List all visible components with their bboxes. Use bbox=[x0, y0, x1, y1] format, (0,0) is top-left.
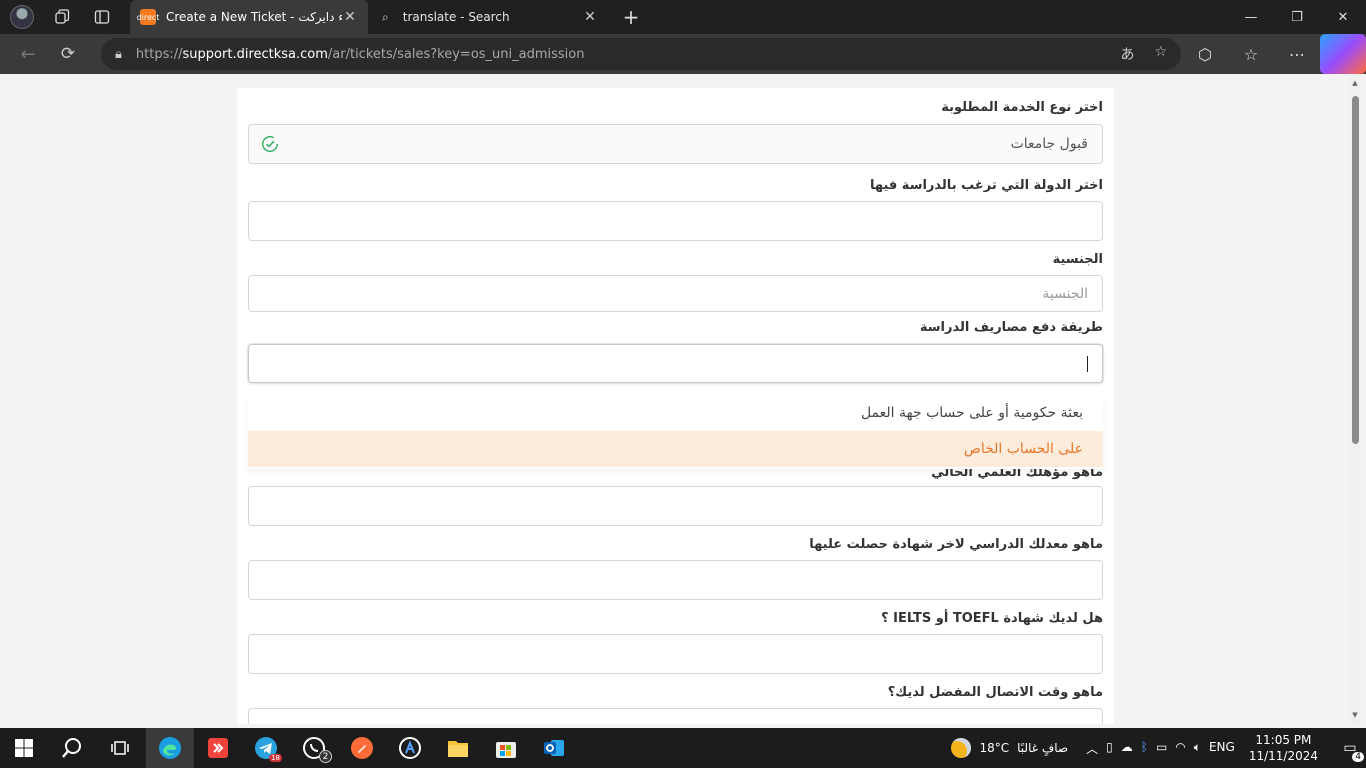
notification-count: 4 bbox=[1352, 752, 1364, 762]
field-label-gpa: ماهو معدلك الدراسي لاخر شهادة حصلت عليها bbox=[809, 537, 1103, 552]
service-type-value: قبول جامعات bbox=[1010, 136, 1088, 152]
address-bar[interactable]: 🔒︎ https://support.directksa.com/ar/tick… bbox=[101, 38, 1181, 70]
restore-icon[interactable]: ❐ bbox=[1274, 0, 1320, 34]
wifi-icon[interactable]: ◠ bbox=[1175, 740, 1185, 757]
lock-icon[interactable]: 🔒︎ bbox=[115, 47, 122, 62]
battery-icon[interactable]: ▭ bbox=[1156, 740, 1167, 757]
scroll-up-icon[interactable]: ▲ bbox=[1349, 76, 1361, 90]
tab-create-ticket[interactable]: direct Create a New Ticket - عملاء دايرك… bbox=[130, 0, 368, 34]
whatsapp-icon[interactable]: 2 bbox=[290, 728, 338, 768]
telegram-icon[interactable]: 18 bbox=[242, 728, 290, 768]
task-view-icon[interactable] bbox=[96, 728, 144, 768]
page-scrollbar[interactable]: ▲ ▼ bbox=[1349, 74, 1361, 724]
field-label-english-test: هل لديك شهادة TOEFL أو IELTS ؟ bbox=[881, 611, 1103, 626]
more-menu-icon[interactable]: ⋯ bbox=[1274, 34, 1320, 74]
browser-tab-bar: direct Create a New Ticket - عملاء دايرك… bbox=[0, 0, 1366, 34]
new-tab-button[interactable]: + bbox=[618, 0, 644, 34]
minimize-icon[interactable]: — bbox=[1228, 0, 1274, 34]
field-label-payment-method: طريقة دفع مصاريف الدراسة bbox=[919, 320, 1103, 335]
payment-method-select[interactable] bbox=[248, 344, 1103, 383]
telegram-badge: 18 bbox=[269, 754, 282, 762]
page-viewport: اختر نوع الخدمة المطلوبة قبول جامعات اخت… bbox=[4, 74, 1349, 724]
tab-title: Create a New Ticket - عملاء دايركت bbox=[166, 10, 342, 24]
notification-center-icon[interactable]: ▭ 4 bbox=[1334, 740, 1366, 762]
app-a-icon[interactable] bbox=[386, 728, 434, 768]
country-select[interactable] bbox=[248, 201, 1103, 241]
edge-icon[interactable] bbox=[146, 728, 194, 768]
bluetooth-icon[interactable]: ᛒ bbox=[1141, 740, 1148, 757]
tab-translate-search[interactable]: ⌕ translate - Search ✕ bbox=[372, 0, 608, 34]
read-aloud-icon[interactable]: あ bbox=[1120, 44, 1134, 64]
nationality-input[interactable]: الجنسية bbox=[248, 275, 1103, 312]
valid-check-icon bbox=[261, 135, 279, 153]
windows-start-icon[interactable] bbox=[0, 728, 48, 768]
payment-method-dropdown: بعثة حكومية أو على حساب جهة العمل على ال… bbox=[248, 395, 1103, 469]
whatsapp-badge: 2 bbox=[319, 750, 332, 763]
language-indicator[interactable]: ENG bbox=[1209, 740, 1235, 757]
favorites-icon[interactable]: ☆ bbox=[1228, 34, 1274, 74]
scroll-down-icon[interactable]: ▼ bbox=[1349, 708, 1361, 722]
device-icon[interactable]: ▯ bbox=[1106, 740, 1113, 757]
scrollbar-thumb[interactable] bbox=[1352, 96, 1359, 444]
outlook-icon[interactable] bbox=[530, 728, 578, 768]
qualification-select[interactable] bbox=[248, 486, 1103, 526]
taskbar-search-icon[interactable] bbox=[48, 728, 96, 768]
gpa-input[interactable] bbox=[248, 560, 1103, 600]
system-tray: 18°C صافٍ غالبًا ︿ ▯ ☁ ᛒ ▭ ◠ 🔈︎ ENG 11:0… bbox=[951, 728, 1366, 768]
windows-taskbar: 18 2 18°C صافٍ غالبًا ︿ ▯ ☁ ᛒ ▭ ◠ 🔈︎ ENG bbox=[0, 728, 1366, 768]
microsoft-store-icon[interactable] bbox=[482, 728, 530, 768]
clock-date: 11/11/2024 bbox=[1248, 749, 1318, 763]
file-explorer-icon[interactable] bbox=[434, 728, 482, 768]
contact-time-select[interactable] bbox=[248, 708, 1103, 724]
field-label-nationality: الجنسية bbox=[1052, 252, 1103, 267]
weather-widget[interactable]: 18°C صافٍ غالبًا bbox=[951, 738, 1068, 758]
tray-icons: ︿ ▯ ☁ ᛒ ▭ ◠ 🔈︎ ENG bbox=[1086, 740, 1235, 757]
copilot-icon[interactable] bbox=[1320, 34, 1366, 74]
refresh-button[interactable]: ⟳ bbox=[48, 34, 88, 74]
workspaces-icon[interactable] bbox=[42, 0, 82, 34]
avatar bbox=[10, 5, 34, 29]
onedrive-icon[interactable]: ☁ bbox=[1121, 740, 1133, 757]
favorite-star-icon[interactable]: ☆ bbox=[1154, 44, 1167, 64]
field-label-service-type: اختر نوع الخدمة المطلوبة bbox=[941, 100, 1103, 115]
browser-toolbar: ← ⟳ 🔒︎ https://support.directksa.com/ar/… bbox=[0, 34, 1366, 74]
show-hidden-icons-icon[interactable]: ︿ bbox=[1086, 740, 1098, 757]
close-tab-icon[interactable]: ✕ bbox=[342, 9, 358, 25]
vertical-tabs-icon[interactable] bbox=[82, 0, 122, 34]
tab-title: translate - Search bbox=[402, 10, 510, 24]
url-host: support.directksa.com bbox=[182, 46, 328, 62]
weather-temp: 18°C bbox=[979, 741, 1010, 755]
weather-desc: صافٍ غالبًا bbox=[1017, 741, 1069, 755]
extensions-icon[interactable]: ⬡ bbox=[1182, 34, 1228, 74]
url-text: https://support.directksa.com/ar/tickets… bbox=[136, 47, 1121, 62]
clock[interactable]: 11:05 PM 11/11/2024 bbox=[1249, 732, 1318, 764]
close-window-icon[interactable]: ✕ bbox=[1320, 0, 1366, 34]
close-tab-icon[interactable]: ✕ bbox=[582, 9, 598, 25]
url-path: /ar/tickets/sales?key=os_uni_admission bbox=[327, 46, 585, 62]
volume-icon[interactable]: 🔈︎ bbox=[1194, 740, 1201, 757]
back-button[interactable]: ← bbox=[8, 34, 48, 74]
clock-time: 11:05 PM bbox=[1255, 733, 1312, 747]
field-label-contact-time: ماهو وقت الاتصال المفضل لديك؟ bbox=[887, 685, 1103, 700]
dropdown-option[interactable]: بعثة حكومية أو على حساب جهة العمل bbox=[248, 395, 1103, 431]
dropdown-option-highlighted[interactable]: على الحساب الخاص bbox=[248, 431, 1103, 467]
text-caret bbox=[1087, 355, 1088, 372]
postman-icon[interactable] bbox=[338, 728, 386, 768]
window-controls: — ❐ ✕ bbox=[1228, 0, 1366, 34]
english-test-select[interactable] bbox=[248, 634, 1103, 674]
partly-cloudy-icon bbox=[951, 738, 972, 758]
url-scheme: https:// bbox=[135, 46, 183, 62]
ticket-form: اختر نوع الخدمة المطلوبة قبول جامعات اخت… bbox=[237, 88, 1114, 724]
profile-avatar[interactable] bbox=[2, 0, 42, 34]
search-icon: ⌕ bbox=[382, 9, 389, 24]
service-type-select[interactable]: قبول جامعات bbox=[248, 124, 1103, 164]
field-label-country: اختر الدولة التي ترغب بالدراسة فيها bbox=[870, 178, 1103, 193]
nationality-placeholder: الجنسية bbox=[1042, 285, 1088, 302]
anydesk-icon[interactable] bbox=[194, 728, 242, 768]
toolbar-buttons: ⬡ ☆ ⋯ bbox=[1182, 34, 1366, 74]
directksa-favicon-icon: direct bbox=[137, 9, 159, 25]
